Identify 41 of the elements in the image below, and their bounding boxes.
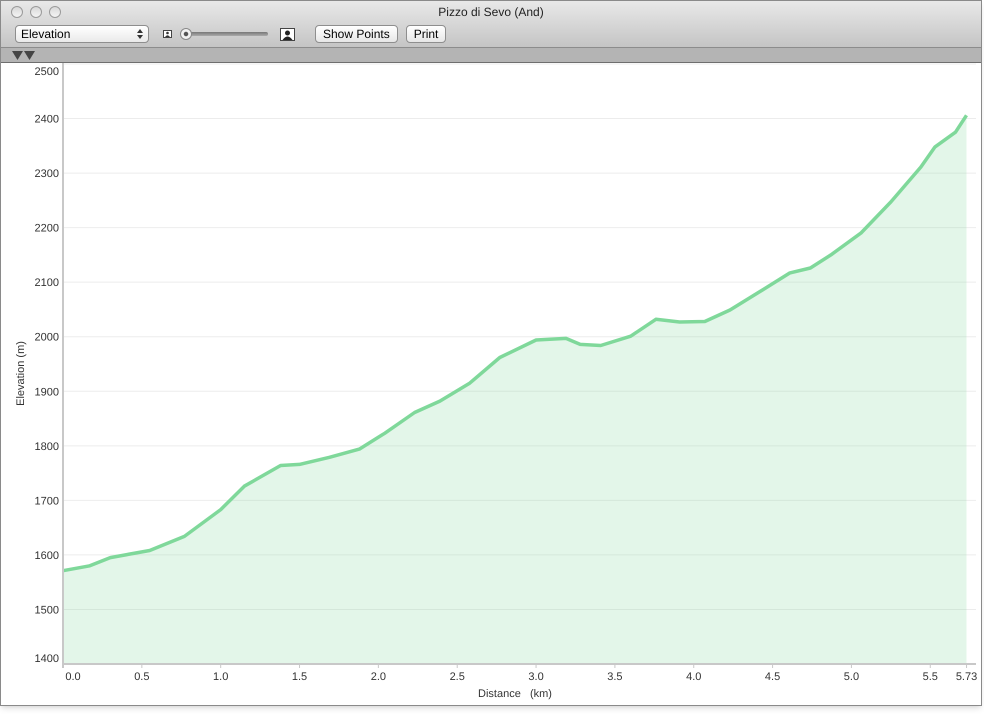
x-axis-title: Distance (km)	[478, 688, 552, 700]
x-tick-label: 4.0	[686, 671, 702, 683]
x-tick-label: 1.5	[292, 671, 308, 683]
y-axis-title: Elevation (m)	[15, 341, 27, 406]
x-tick-label: 3.0	[528, 671, 544, 683]
large-portrait-icon	[280, 28, 295, 40]
y-tick-label: 1500	[34, 604, 59, 616]
y-tick-label: 2500	[34, 66, 59, 78]
zoom-slider[interactable]	[180, 28, 268, 40]
view-select[interactable]: Elevation	[15, 25, 149, 43]
x-tick-label: 5.5	[922, 671, 938, 683]
x-tick-label: 0.5	[134, 671, 150, 683]
window-control-button[interactable]	[11, 6, 23, 18]
window-title: Pizzo di Sevo (And)	[438, 4, 544, 21]
y-tick-label: 1400	[34, 653, 59, 665]
collapse-triangle-icon[interactable]	[24, 50, 35, 60]
x-tick-label: 1.0	[213, 671, 228, 683]
x-tick-label: 2.5	[450, 671, 465, 683]
x-tick-label: 5.73	[956, 671, 978, 683]
window-control-button[interactable]	[49, 6, 61, 18]
print-button[interactable]: Print	[406, 25, 446, 43]
y-tick-label: 2200	[34, 222, 59, 235]
window-control-button[interactable]	[30, 6, 42, 18]
slider-thumb[interactable]	[180, 28, 192, 40]
collapse-triangle-icon[interactable]	[12, 50, 23, 60]
y-tick-label: 1900	[34, 386, 59, 398]
x-tick-label: 4.5	[764, 671, 780, 683]
y-tick-label: 2400	[34, 114, 59, 126]
y-tick-label: 1800	[34, 440, 59, 453]
x-tick-label: 2.0	[370, 671, 386, 683]
x-tick-label: 5.0	[844, 671, 860, 683]
small-portrait-icon	[163, 30, 172, 38]
y-tick-label: 1700	[34, 495, 59, 508]
y-tick-label: 2300	[34, 168, 59, 180]
x-tick-label: 3.5	[607, 671, 623, 683]
updown-caret-icon	[137, 29, 143, 39]
y-tick-label: 2100	[34, 277, 59, 290]
y-tick-label: 1600	[34, 550, 59, 562]
show-points-button[interactable]: Show Points	[315, 25, 398, 43]
y-tick-label: 2000	[34, 332, 59, 344]
x-tick-label: 0.0	[65, 671, 81, 683]
